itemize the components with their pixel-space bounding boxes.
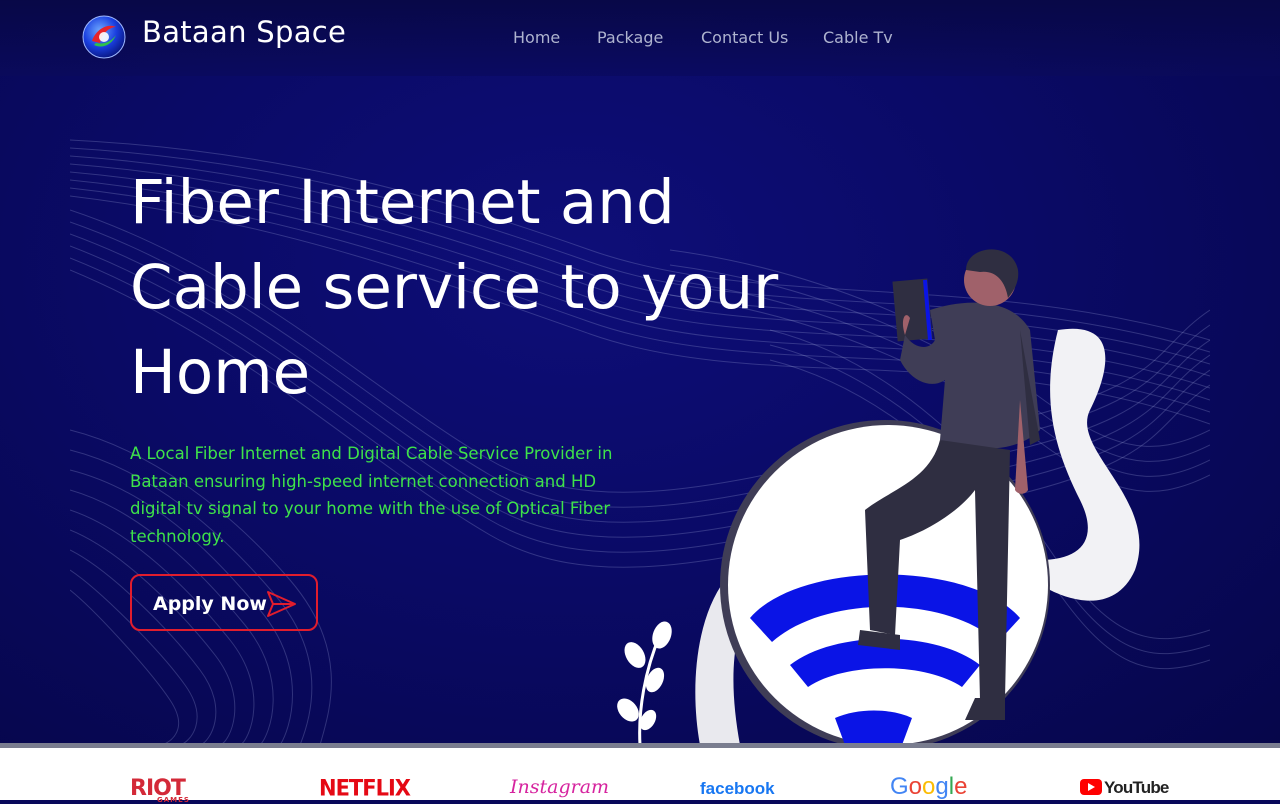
apply-now-button[interactable]: Apply Now bbox=[130, 574, 318, 631]
globe-logo-icon[interactable] bbox=[82, 15, 126, 59]
youtube-logo: YouTube bbox=[1080, 778, 1169, 798]
youtube-play-icon bbox=[1080, 779, 1102, 795]
nav-contact-us[interactable]: Contact Us bbox=[701, 28, 788, 47]
google-logo: Google bbox=[890, 773, 968, 800]
apply-now-label: Apply Now bbox=[153, 593, 267, 615]
facebook-logo: facebook bbox=[700, 779, 775, 798]
nav-home[interactable]: Home bbox=[513, 28, 560, 47]
partner-logos-strip: RIOT GAMES NETFLIX Instagram facebook Go… bbox=[0, 748, 1280, 804]
instagram-logo: Instagram bbox=[510, 776, 610, 798]
brand-name[interactable]: Bataan Space bbox=[142, 15, 346, 49]
nav-package[interactable]: Package bbox=[597, 28, 663, 47]
paper-plane-icon bbox=[267, 591, 296, 617]
person-on-wifi-router-illustration bbox=[617, 249, 1140, 745]
nav-cable-tv[interactable]: Cable Tv bbox=[823, 28, 893, 47]
hero-title-line-1: Fiber Internet and bbox=[130, 167, 675, 238]
riot-games-logo: RIOT GAMES bbox=[130, 776, 190, 804]
hero-description: A Local Fiber Internet and Digital Cable… bbox=[130, 444, 613, 546]
netflix-logo: NETFLIX bbox=[319, 775, 411, 801]
